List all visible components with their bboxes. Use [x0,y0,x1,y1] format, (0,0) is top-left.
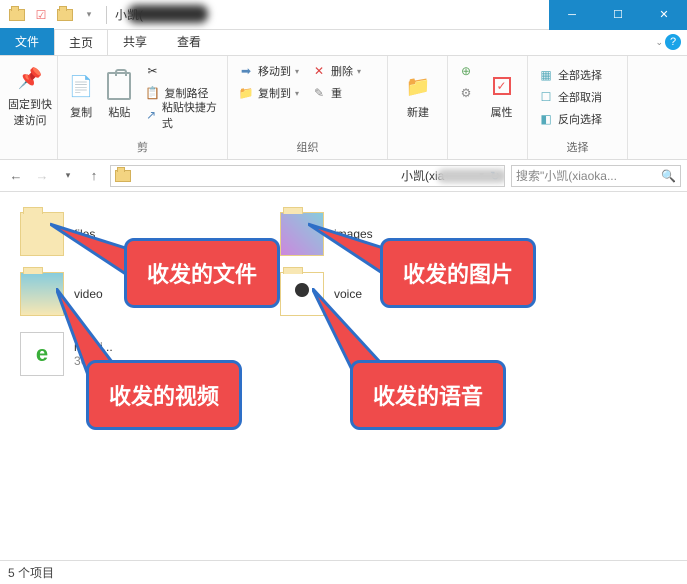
move-to-button[interactable]: ➡移动到 ▾ [234,60,303,82]
paste-icon [103,70,135,102]
select-none-button[interactable]: ☐全部取消 [534,86,621,108]
search-icon: 🔍 [661,169,676,183]
group-organize-label: 组织 [234,137,381,155]
quick-access-toolbar: ☑ ▾ [0,4,111,26]
pin-to-quick-access-button[interactable]: 📌 固定到快 速访问 [6,60,54,130]
status-text: 5 个项目 [8,564,54,581]
cut-icon: ✂ [145,63,161,79]
copy-to-icon: 📁 [238,85,254,101]
easy-access-icon: ⚙ [458,85,474,101]
new-item-icon: ⊕ [458,63,474,79]
search-input[interactable]: 搜索"小凯(xiaoka... 🔍 [511,165,681,187]
minimize-button[interactable]: ─ [549,0,595,30]
copy-icon: 📄 [65,70,97,102]
invert-icon: ◧ [538,111,554,127]
tab-file[interactable]: 文件 [0,28,54,55]
address-folder-icon [115,170,131,182]
title-redacted [128,5,208,23]
rename-button[interactable]: ✎重 [307,82,365,104]
move-to-icon: ➡ [238,63,254,79]
callout-images: 收发的图片 [380,238,536,308]
new-folder-icon: 📁 [402,70,434,102]
titlebar: ☑ ▾ 小凯( ─ ☐ ✕ [0,0,687,30]
pin-icon: 📌 [14,62,46,94]
callout-video: 收发的视频 [86,360,242,430]
address-bar: ← → ▾ ↑ 小凯(xia ▾ ↻ 搜索"小凯(xiaoka... 🔍 [0,160,687,192]
ribbon: 📌 固定到快 速访问 📄 复制 粘贴 ✂ 📋复制路径 ↗粘贴快捷方式 剪 ➡移动… [0,56,687,160]
properties-button[interactable]: ✓ 属性 [482,60,521,130]
ribbon-tabs: 文件 主页 共享 查看 ⌄ ? [0,30,687,56]
new-item-button[interactable]: ⊕ [454,60,478,82]
recent-button[interactable]: ▾ [58,166,78,186]
invert-selection-button[interactable]: ◧反向选择 [534,108,621,130]
select-all-button[interactable]: ▦全部选择 [534,64,621,86]
select-none-icon: ☐ [538,89,554,105]
new-folder-button[interactable]: 📁 新建 [394,60,442,130]
maximize-button[interactable]: ☐ [595,0,641,30]
group-clipboard-label: 剪 [64,137,221,155]
help-icon[interactable]: ? [665,34,681,50]
close-button[interactable]: ✕ [641,0,687,30]
copy-path-icon: 📋 [145,85,161,101]
qat-folder2-icon[interactable] [54,4,76,26]
forward-button[interactable]: → [32,166,52,186]
status-bar: 5 个项目 [0,560,687,584]
copy-to-button[interactable]: 📁复制到 ▾ [234,82,303,104]
copy-button[interactable]: 📄 复制 [64,60,98,130]
address-input[interactable]: 小凯(xia ▾ ↻ [110,165,505,187]
group-select-label: 选择 [534,137,621,155]
back-button[interactable]: ← [6,166,26,186]
rename-icon: ✎ [311,85,327,101]
cut-button[interactable]: ✂ [141,60,222,82]
qat-folder-icon[interactable] [6,4,28,26]
address-redacted [437,169,505,183]
tab-share[interactable]: 共享 [108,28,162,55]
easy-access-button[interactable]: ⚙ [454,82,478,104]
callout-files: 收发的文件 [124,238,280,308]
help-dropdown[interactable]: ⌄ ? [655,34,681,50]
qat-dropdown-icon[interactable]: ▾ [78,4,100,26]
qat-properties-icon[interactable]: ☑ [30,4,52,26]
delete-button[interactable]: ✕删除 ▾ [307,60,365,82]
tab-home[interactable]: 主页 [54,29,108,55]
window-buttons: ─ ☐ ✕ [549,0,687,30]
delete-icon: ✕ [311,63,327,79]
shortcut-icon: ↗ [145,107,158,123]
tab-view[interactable]: 查看 [162,28,216,55]
properties-icon: ✓ [486,70,518,102]
paste-button[interactable]: 粘贴 [102,60,136,130]
callout-voice: 收发的语音 [350,360,506,430]
up-button[interactable]: ↑ [84,166,104,186]
select-all-icon: ▦ [538,67,554,83]
paste-shortcut-button[interactable]: ↗粘贴快捷方式 [141,104,222,126]
